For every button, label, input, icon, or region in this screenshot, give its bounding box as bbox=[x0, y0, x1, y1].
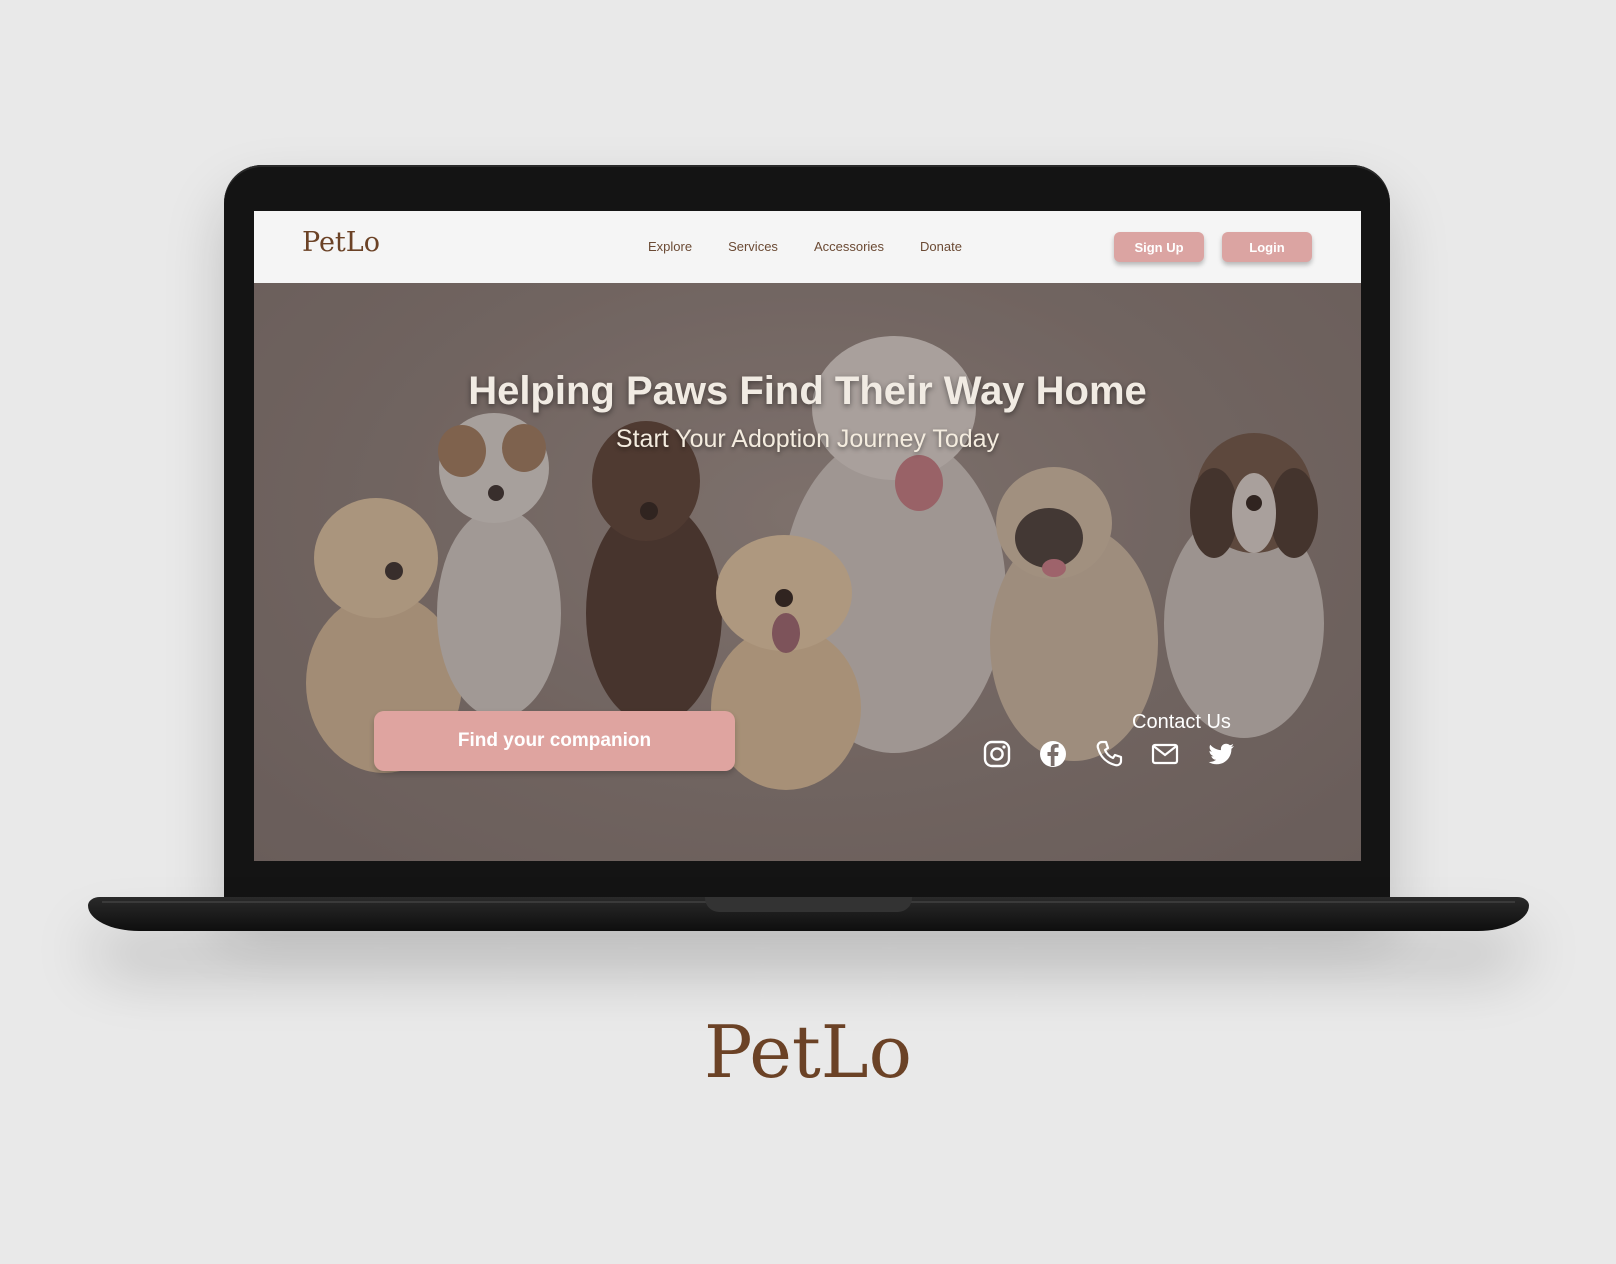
sign-up-button[interactable]: Sign Up bbox=[1114, 232, 1204, 262]
instagram-icon[interactable] bbox=[982, 739, 1012, 769]
phone-icon[interactable] bbox=[1094, 739, 1124, 769]
site-logo[interactable]: PetLo bbox=[302, 227, 380, 258]
hero-subheadline: Start Your Adoption Journey Today bbox=[615, 425, 1000, 453]
social-links bbox=[982, 739, 1236, 769]
find-companion-button[interactable]: Find your companion bbox=[374, 711, 735, 771]
nav-menu: Explore Services Accessories Donate bbox=[648, 239, 962, 254]
facebook-icon[interactable] bbox=[1038, 739, 1068, 769]
nav-item-services[interactable]: Services bbox=[728, 239, 778, 254]
laptop-screen: PetLo Explore Services Accessories Donat… bbox=[254, 211, 1361, 861]
nav-item-accessories[interactable]: Accessories bbox=[814, 239, 884, 254]
brand-caption: PetLo bbox=[704, 1010, 912, 1094]
hero-headline: Helping Paws Find Their Way Home bbox=[468, 369, 1147, 413]
login-button[interactable]: Login bbox=[1222, 232, 1312, 262]
laptop-base bbox=[88, 897, 1529, 931]
contact-us-label: Contact Us bbox=[1132, 711, 1231, 733]
laptop-notch bbox=[705, 897, 912, 912]
nav-item-donate[interactable]: Donate bbox=[920, 239, 962, 254]
mail-icon[interactable] bbox=[1150, 739, 1180, 769]
navbar: PetLo Explore Services Accessories Donat… bbox=[254, 211, 1361, 283]
hero-section: Helping Paws Find Their Way Home Start Y… bbox=[254, 283, 1361, 861]
nav-item-explore[interactable]: Explore bbox=[648, 239, 692, 254]
twitter-icon[interactable] bbox=[1206, 739, 1236, 769]
